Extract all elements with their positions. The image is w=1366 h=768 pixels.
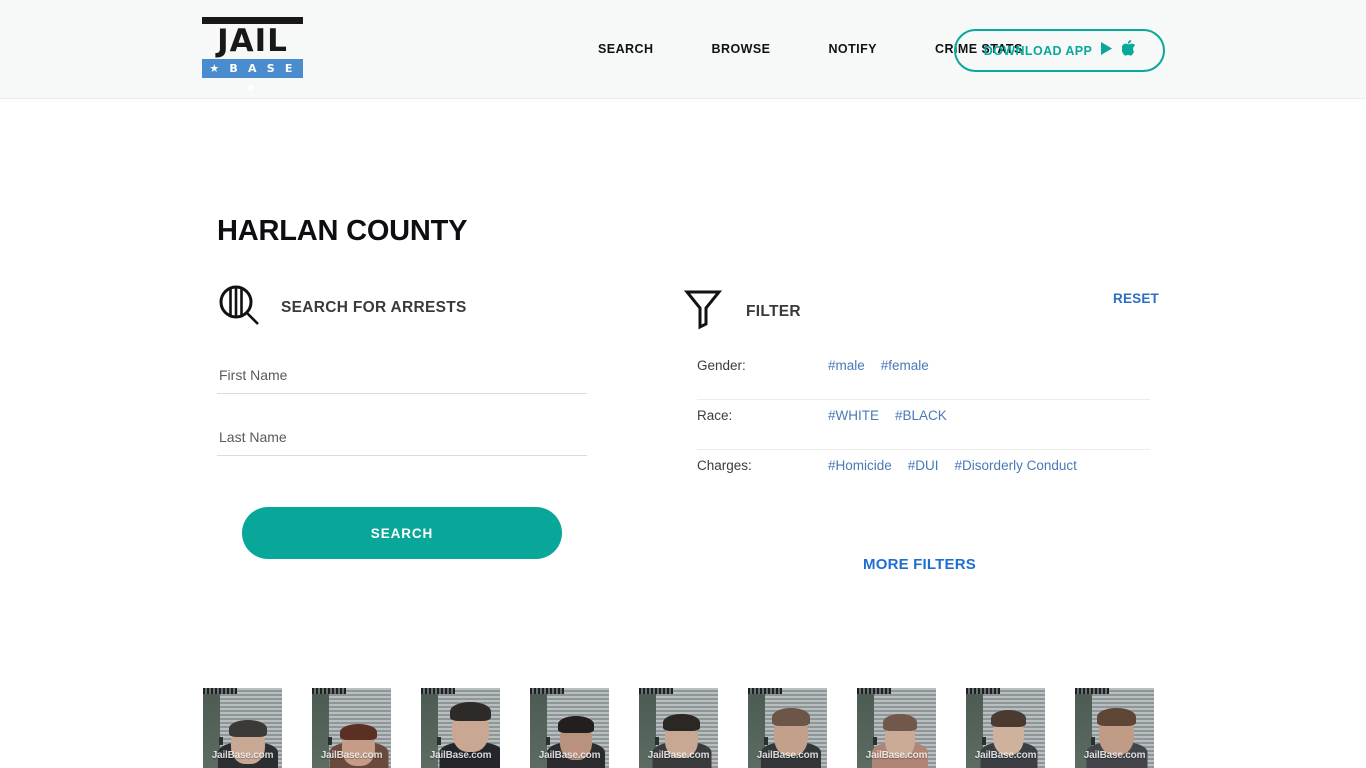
first-name-field-wrapper (217, 360, 587, 394)
site-logo[interactable]: JAIL ★ B A S E ★ (202, 17, 303, 94)
mugshot-height-ruler (1075, 688, 1109, 694)
mugshot-subject-hair (772, 708, 810, 726)
filter-label-gender: Gender: (697, 358, 746, 373)
last-name-input[interactable] (217, 422, 587, 456)
mugshot-watermark: JailBase.com (865, 750, 928, 761)
mugshot-thumbnail[interactable]: JailBase.com (1075, 688, 1154, 768)
site-header: JAIL ★ B A S E ★ SEARCH BROWSE NOTIFY CR… (0, 0, 1366, 99)
filter-tag-female[interactable]: #female (881, 358, 929, 373)
mugshot-wall-marker (437, 737, 441, 745)
mugshot-thumbnail[interactable]: JailBase.com (312, 688, 391, 768)
mugshot-subject-hair (340, 724, 377, 740)
funnel-icon (683, 288, 723, 335)
mugshot-height-ruler (966, 688, 1000, 694)
filter-panel-header: FILTER (683, 288, 801, 335)
mugshot-height-ruler (857, 688, 891, 694)
mugshot-wall-marker (764, 737, 768, 745)
mugshot-thumbnail[interactable]: JailBase.com (748, 688, 827, 768)
mugshot-watermark: JailBase.com (1083, 750, 1146, 761)
download-app-button[interactable]: DOWNLOAD APP (954, 29, 1165, 72)
mugshot-subject-hair (991, 710, 1026, 727)
mugshot-thumbnail-strip: JailBase.com JailBase.com JailBase.com Jail… (203, 688, 1154, 768)
nav-item-browse[interactable]: BROWSE (711, 42, 770, 56)
search-panel-heading: SEARCH FOR ARRESTS (281, 298, 467, 316)
mugshot-wall-marker (655, 737, 659, 745)
mugshot-height-ruler (748, 688, 782, 694)
filter-row-gender: Gender: #male #female (697, 350, 1150, 400)
filter-rows: Gender: #male #female Race: #WHITE #BLAC… (697, 350, 1150, 499)
mugshot-thumbnail[interactable]: JailBase.com (966, 688, 1045, 768)
filter-tag-white[interactable]: #WHITE (828, 408, 879, 423)
mugshot-subject-hair (558, 716, 594, 733)
search-panel-header: SEARCH FOR ARRESTS (217, 283, 467, 332)
filter-tag-black[interactable]: #BLACK (895, 408, 947, 423)
nav-item-notify[interactable]: NOTIFY (828, 42, 877, 56)
download-app-label: DOWNLOAD APP (983, 43, 1093, 58)
mugshot-height-ruler (639, 688, 673, 694)
mugshot-thumbnail[interactable]: JailBase.com (639, 688, 718, 768)
last-name-field-wrapper (217, 422, 587, 456)
filter-label-charges: Charges: (697, 458, 752, 473)
mugshot-wall-marker (873, 737, 877, 745)
page-title: HARLAN COUNTY (217, 215, 468, 248)
filter-label-race: Race: (697, 408, 733, 423)
mugshot-watermark: JailBase.com (974, 750, 1037, 761)
mugshot-subject-hair (450, 702, 491, 721)
mugshot-thumbnail[interactable]: JailBase.com (421, 688, 500, 768)
reset-filters-link[interactable]: RESET (1113, 291, 1159, 306)
google-play-icon (1100, 41, 1114, 61)
mugshot-height-ruler (530, 688, 564, 694)
filter-tags-charges: #Homicide #DUI #Disorderly Conduct (828, 458, 1077, 473)
mugshot-watermark: JailBase.com (756, 750, 819, 761)
filter-tags-gender: #male #female (828, 358, 929, 373)
mugshot-height-ruler (203, 688, 237, 694)
mugshot-subject-hair (229, 720, 267, 737)
jail-magnifier-icon (217, 283, 261, 332)
mugshot-subject-hair (663, 714, 700, 731)
mugshot-thumbnail[interactable]: JailBase.com (857, 688, 936, 768)
filter-tag-homicide[interactable]: #Homicide (828, 458, 892, 473)
nav-item-search[interactable]: SEARCH (598, 42, 653, 56)
mugshot-height-ruler (312, 688, 346, 694)
filter-tag-disorderly-conduct[interactable]: #Disorderly Conduct (955, 458, 1077, 473)
search-submit-button[interactable]: SEARCH (242, 507, 562, 559)
mugshot-watermark: JailBase.com (211, 750, 274, 761)
mugshot-wall-marker (219, 737, 223, 745)
filter-tag-male[interactable]: #male (828, 358, 865, 373)
logo-jail-text: JAIL (217, 23, 288, 59)
filter-row-charges: Charges: #Homicide #DUI #Disorderly Cond… (697, 450, 1150, 499)
mugshot-subject-hair (1097, 708, 1136, 726)
mugshot-wall-marker (982, 737, 986, 745)
filter-row-race: Race: #WHITE #BLACK (697, 400, 1150, 450)
mugshot-watermark: JailBase.com (320, 750, 383, 761)
mugshot-subject-hair (883, 714, 917, 731)
filter-tags-race: #WHITE #BLACK (828, 408, 947, 423)
mugshot-watermark: JailBase.com (647, 750, 710, 761)
mugshot-thumbnail[interactable]: JailBase.com (530, 688, 609, 768)
mugshot-wall-marker (328, 737, 332, 745)
mugshot-thumbnail[interactable]: JailBase.com (203, 688, 282, 768)
mugshot-height-ruler (421, 688, 455, 694)
logo-base-text: ★ B A S E ★ (202, 59, 303, 94)
more-filters-link[interactable]: MORE FILTERS (863, 556, 976, 573)
filter-panel-heading: FILTER (746, 302, 801, 320)
mugshot-watermark: JailBase.com (538, 750, 601, 761)
apple-icon (1121, 40, 1136, 61)
mugshot-watermark: JailBase.com (429, 750, 492, 761)
first-name-input[interactable] (217, 360, 587, 394)
filter-tag-dui[interactable]: #DUI (908, 458, 939, 473)
mugshot-wall-marker (546, 737, 550, 745)
